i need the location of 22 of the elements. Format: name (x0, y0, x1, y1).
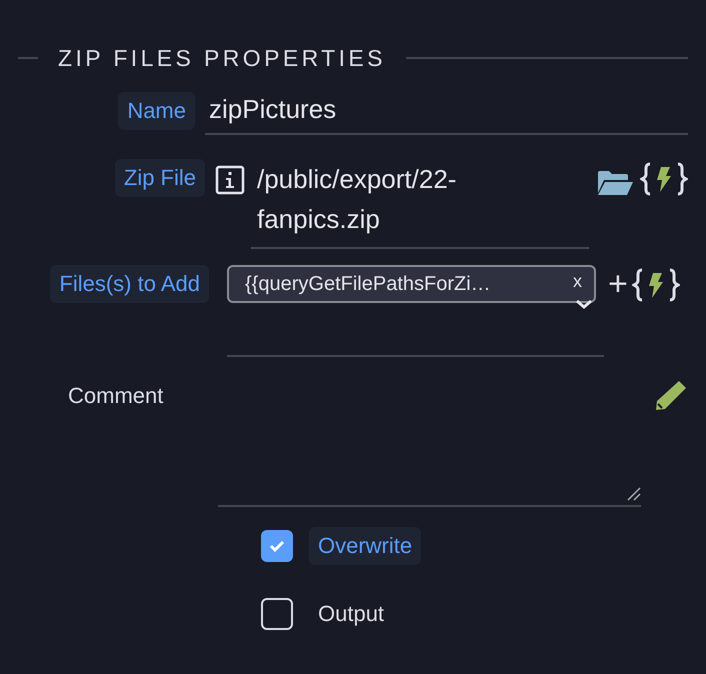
name-field[interactable]: zipPictures (205, 92, 688, 135)
pencil-icon[interactable] (654, 379, 688, 411)
expression-icon[interactable] (640, 161, 688, 197)
check-icon (269, 540, 285, 552)
file-path-chip[interactable]: {{queryGetFilePathsForZi… x (227, 265, 596, 303)
add-button[interactable]: + (608, 267, 628, 301)
checkbox-label: Output (317, 600, 386, 628)
folder-icon[interactable] (596, 169, 634, 197)
zip-file-field[interactable]: /public/export/22-fanpics.zip (251, 159, 589, 249)
section-title: ZIP FILES PROPERTIES (58, 44, 386, 72)
resize-handle-icon[interactable] (627, 487, 641, 501)
checkbox[interactable] (261, 530, 293, 562)
field-label: Zip File (114, 159, 205, 197)
remove-chip-button[interactable]: x (573, 270, 582, 298)
checkbox-label: Overwrite (309, 527, 422, 565)
info-icon[interactable] (215, 165, 245, 195)
chevron-down-icon[interactable] (575, 299, 593, 309)
expression-icon[interactable] (632, 267, 680, 303)
field-label: Files(s) to Add (50, 265, 209, 303)
field-label: Comment (67, 382, 164, 410)
field-label: Name (118, 92, 195, 130)
checkbox[interactable] (261, 598, 293, 630)
